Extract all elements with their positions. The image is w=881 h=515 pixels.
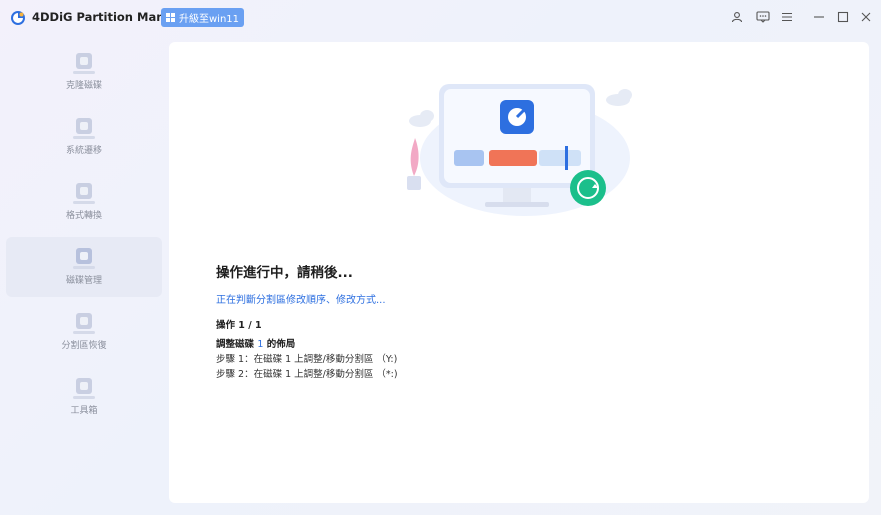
title-bar: 4DDiG Partition Manager 升級至win11 [0, 0, 881, 36]
sidebar-item-toolbox[interactable]: 工具箱 [6, 367, 162, 427]
operation-step: 步驟 2：在磁碟 1 上調整/移動分割區 （*:) [216, 369, 398, 380]
operation-step: 步驟 1：在磁碟 1 上調整/移動分割區 （Y:) [216, 354, 398, 365]
sidebar-item-label: 格式轉換 [65, 211, 102, 221]
maximize-icon[interactable] [835, 9, 851, 25]
operation-status: 正在判斷分割區修改順序、修改方式... [216, 295, 386, 306]
user-icon[interactable] [729, 9, 745, 25]
system-migrate-icon [73, 118, 95, 139]
progress-illustration [407, 84, 632, 216]
partition-recover-icon [73, 313, 95, 334]
heading-suffix: 的佈局 [266, 339, 296, 350]
windows-icon [165, 13, 175, 22]
operation-title: 操作進行中，請稍後... [216, 265, 353, 281]
feedback-icon[interactable] [755, 9, 771, 25]
heading-disk-number: 1 [257, 339, 264, 350]
upgrade-win11-button[interactable]: 升級至win11 [161, 8, 244, 27]
sidebar-item-disk-manage[interactable]: 磁碟管理 [6, 237, 162, 297]
main-panel: 操作進行中，請稍後... 正在判斷分割區修改順序、修改方式... 操作 1 / … [169, 42, 869, 503]
heading-prefix: 調整磁碟 [216, 339, 255, 350]
sidebar-item-label: 分割區恢復 [61, 341, 107, 351]
menu-icon[interactable] [779, 9, 795, 25]
sidebar-item-label: 工具箱 [70, 406, 98, 416]
sidebar-item-system-migrate[interactable]: 系統遷移 [6, 107, 162, 167]
close-icon[interactable] [858, 9, 874, 25]
sidebar-item-label: 系統遷移 [65, 146, 102, 156]
sidebar-item-clone[interactable]: 克隆磁碟 [6, 42, 162, 102]
disk-manage-icon [73, 248, 95, 269]
clone-icon [73, 53, 95, 74]
operation-heading: 調整磁碟 1 的佈局 [216, 336, 295, 350]
toolbox-icon [73, 378, 95, 399]
minimize-icon[interactable] [811, 9, 827, 25]
operation-count: 操作 1 / 1 [216, 320, 262, 331]
format-convert-icon [73, 183, 95, 204]
sidebar-item-label: 克隆磁碟 [65, 81, 102, 91]
sidebar-item-partition-recover[interactable]: 分割區恢復 [6, 302, 162, 362]
sidebar-item-label: 磁碟管理 [65, 276, 102, 286]
upgrade-label: 升級至win11 [178, 14, 240, 25]
app-window: 4DDiG Partition Manager 升級至win11 克隆磁碟 系統… [0, 0, 881, 515]
app-logo-icon [11, 11, 25, 25]
sidebar-item-format-convert[interactable]: 格式轉換 [6, 172, 162, 232]
sidebar: 克隆磁碟 系統遷移 格式轉換 磁碟管理 分割區恢復 工具箱 [0, 40, 168, 510]
